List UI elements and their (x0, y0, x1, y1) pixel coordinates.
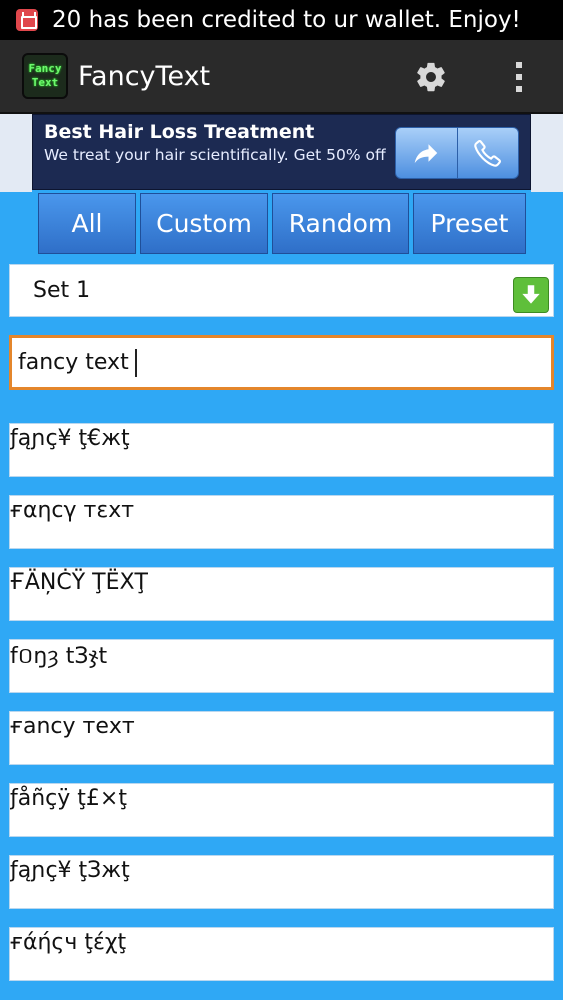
app-title: FancyText (78, 60, 211, 92)
app-logo-icon: Fancy Text (22, 53, 68, 99)
ad-share-button[interactable] (396, 128, 457, 178)
ad-margin-left (0, 114, 32, 192)
overflow-menu-button[interactable] (504, 56, 534, 98)
app-logo-line1: Fancy (28, 62, 62, 75)
status-bar: 20 has been credited to ur wallet. Enjoy… (0, 0, 563, 40)
result-item[interactable]: ƒąɲç¥ ţ€жţ (9, 423, 554, 477)
input-value: fancy text (18, 350, 129, 375)
text-cursor (134, 348, 137, 377)
action-bar: Fancy Text FancyText (0, 40, 563, 114)
arrow-down-icon (522, 285, 540, 304)
settings-button[interactable] (410, 56, 452, 98)
calendar-icon (16, 9, 38, 31)
tab-preset[interactable]: Preset (413, 193, 526, 254)
gear-icon (417, 62, 445, 92)
notification-text: 20 has been credited to ur wallet. Enjoy… (52, 7, 521, 33)
result-item[interactable]: ƒąɲç¥ ţЗжţ (9, 855, 554, 909)
phone-icon (474, 140, 501, 167)
overflow-dot (516, 86, 522, 92)
app-logo-line2: Text (31, 76, 59, 89)
overflow-dot (516, 74, 522, 80)
tab-random[interactable]: Random (272, 193, 409, 254)
tab-all[interactable]: All (38, 193, 136, 254)
set-selected-value: Set 1 (33, 278, 91, 303)
tab-bar: All Custom Random Preset (38, 193, 526, 254)
result-item[interactable]: ғαηcγ тεхт (9, 495, 554, 549)
ad-title: Best Hair Loss Treatment (44, 121, 315, 143)
download-arrow-icon[interactable] (513, 277, 549, 313)
fancy-text-input[interactable]: fancy text (9, 335, 554, 390)
result-item[interactable]: ƒåñçÿ ţ£×ţ (9, 783, 554, 837)
tab-custom[interactable]: Custom (140, 193, 268, 254)
ad-action-buttons (395, 127, 519, 179)
share-arrow-icon (415, 144, 438, 163)
set-selector[interactable]: Set 1 (9, 264, 554, 317)
overflow-dot (516, 62, 522, 68)
ad-banner[interactable]: Best Hair Loss Treatment We treat your h… (32, 114, 531, 190)
result-item[interactable]: ғάήςч ţέχţ (9, 927, 554, 981)
ad-subtitle: We treat your hair scientifically. Get 5… (44, 146, 386, 164)
ad-margin-right (531, 114, 563, 192)
result-item[interactable]: f០ŋȝ tЗჯt (9, 639, 554, 693)
result-item[interactable]: ғancy тeхт (9, 711, 554, 765)
ad-call-button[interactable] (456, 128, 519, 178)
result-item[interactable]: ҒÄŅĊŸ ŢЁΧŢ (9, 567, 554, 621)
